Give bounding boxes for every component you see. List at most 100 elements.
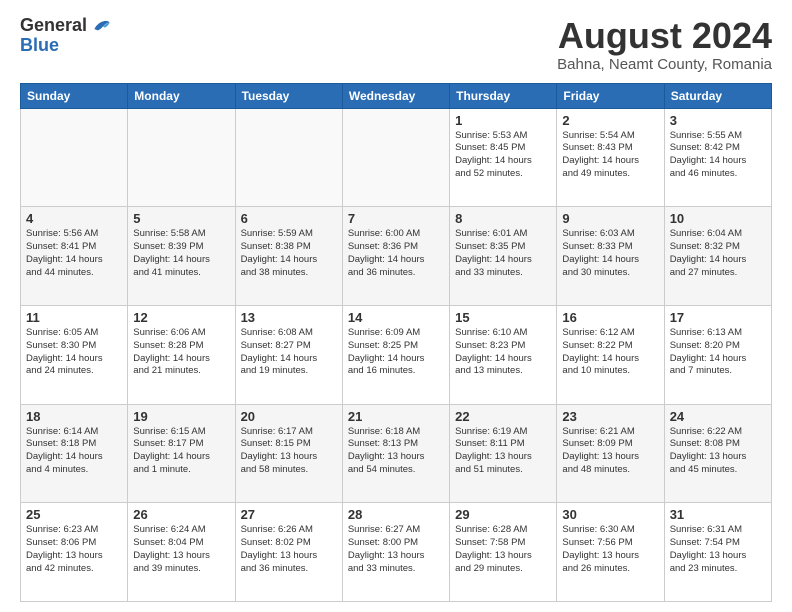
day-info: Sunrise: 6:06 AM Sunset: 8:28 PM Dayligh…	[133, 327, 229, 378]
day-cell: 13Sunrise: 6:08 AM Sunset: 8:27 PM Dayli…	[235, 305, 342, 404]
day-number: 4	[26, 211, 122, 226]
day-info: Sunrise: 6:18 AM Sunset: 8:13 PM Dayligh…	[348, 426, 444, 477]
day-info: Sunrise: 6:19 AM Sunset: 8:11 PM Dayligh…	[455, 426, 551, 477]
day-info: Sunrise: 6:05 AM Sunset: 8:30 PM Dayligh…	[26, 327, 122, 378]
day-info: Sunrise: 6:10 AM Sunset: 8:23 PM Dayligh…	[455, 327, 551, 378]
day-cell	[21, 108, 128, 207]
day-number: 27	[241, 507, 337, 522]
day-cell: 18 Sunrise: 6:14 AM Sunset: 8:18 PM Dayli…	[21, 404, 128, 503]
day-number: 26	[133, 507, 229, 522]
day-number: 16	[562, 310, 658, 325]
day-number: 18	[26, 409, 122, 424]
weekday-header-wednesday: Wednesday	[342, 83, 449, 108]
location: Bahna, Neamt County, Romania	[557, 56, 772, 73]
day-number: 23	[562, 409, 658, 424]
day-number: 21	[348, 409, 444, 424]
day-info: Sunrise: 6:31 AM Sunset: 7:54 PM Dayligh…	[670, 524, 766, 575]
day-info: Sunrise: 6:24 AM Sunset: 8:04 PM Dayligh…	[133, 524, 229, 575]
day-cell: 29 Sunrise: 6:28 AM Sunset: 7:58 PM Dayli…	[450, 503, 557, 602]
day-number: 31	[670, 507, 766, 522]
day-number: 24	[670, 409, 766, 424]
day-cell: 31 Sunrise: 6:31 AM Sunset: 7:54 PM Dayli…	[664, 503, 771, 602]
weekday-header-friday: Friday	[557, 83, 664, 108]
day-number: 9	[562, 211, 658, 226]
day-number: 5	[133, 211, 229, 226]
week-row-4: 18 Sunrise: 6:14 AM Sunset: 8:18 PM Dayli…	[21, 404, 772, 503]
day-info: Sunrise: 6:17 AM Sunset: 8:15 PM Dayligh…	[241, 426, 337, 477]
day-info: Sunrise: 6:27 AM Sunset: 8:00 PM Dayligh…	[348, 524, 444, 575]
day-info: Sunrise: 6:08 AM Sunset: 8:27 PM Dayligh…	[241, 327, 337, 378]
week-row-2: 4 Sunrise: 5:56 AM Sunset: 8:41 PM Daylig…	[21, 207, 772, 306]
page: General Blue August 2024 Bahna, Neamt Co…	[0, 0, 792, 612]
day-number: 12	[133, 310, 229, 325]
day-info: Sunrise: 5:59 AM Sunset: 8:38 PM Dayligh…	[241, 228, 337, 279]
day-number: 15	[455, 310, 551, 325]
day-cell: 17Sunrise: 6:13 AM Sunset: 8:20 PM Dayli…	[664, 305, 771, 404]
day-cell: 23 Sunrise: 6:21 AM Sunset: 8:09 PM Dayli…	[557, 404, 664, 503]
day-number: 1	[455, 113, 551, 128]
day-cell: 11Sunrise: 6:05 AM Sunset: 8:30 PM Dayli…	[21, 305, 128, 404]
day-cell: 24 Sunrise: 6:22 AM Sunset: 8:08 PM Dayli…	[664, 404, 771, 503]
weekday-header-sunday: Sunday	[21, 83, 128, 108]
day-info: Sunrise: 6:01 AM Sunset: 8:35 PM Dayligh…	[455, 228, 551, 279]
day-cell: 15 Sunrise: 6:10 AM Sunset: 8:23 PM Dayli…	[450, 305, 557, 404]
day-info: Sunrise: 6:15 AM Sunset: 8:17 PM Dayligh…	[133, 426, 229, 477]
day-cell	[128, 108, 235, 207]
day-info: Sunrise: 6:21 AM Sunset: 8:09 PM Dayligh…	[562, 426, 658, 477]
day-info: Sunrise: 5:54 AM Sunset: 8:43 PM Dayligh…	[562, 130, 658, 181]
day-number: 29	[455, 507, 551, 522]
day-cell: 19Sunrise: 6:15 AM Sunset: 8:17 PM Dayli…	[128, 404, 235, 503]
header: General Blue August 2024 Bahna, Neamt Co…	[20, 16, 772, 73]
weekday-header-tuesday: Tuesday	[235, 83, 342, 108]
week-row-5: 25Sunrise: 6:23 AM Sunset: 8:06 PM Dayli…	[21, 503, 772, 602]
day-cell: 28 Sunrise: 6:27 AM Sunset: 8:00 PM Dayli…	[342, 503, 449, 602]
day-info: Sunrise: 6:14 AM Sunset: 8:18 PM Dayligh…	[26, 426, 122, 477]
day-number: 20	[241, 409, 337, 424]
day-cell: 3 Sunrise: 5:55 AM Sunset: 8:42 PM Daylig…	[664, 108, 771, 207]
week-row-1: 1 Sunrise: 5:53 AM Sunset: 8:45 PM Daylig…	[21, 108, 772, 207]
day-cell: 22 Sunrise: 6:19 AM Sunset: 8:11 PM Dayli…	[450, 404, 557, 503]
day-cell: 2Sunrise: 5:54 AM Sunset: 8:43 PM Daylig…	[557, 108, 664, 207]
day-cell: 10Sunrise: 6:04 AM Sunset: 8:32 PM Dayli…	[664, 207, 771, 306]
day-info: Sunrise: 5:56 AM Sunset: 8:41 PM Dayligh…	[26, 228, 122, 279]
weekday-header-saturday: Saturday	[664, 83, 771, 108]
logo-bird-icon	[91, 15, 111, 35]
day-info: Sunrise: 5:58 AM Sunset: 8:39 PM Dayligh…	[133, 228, 229, 279]
day-cell: 8 Sunrise: 6:01 AM Sunset: 8:35 PM Daylig…	[450, 207, 557, 306]
week-row-3: 11Sunrise: 6:05 AM Sunset: 8:30 PM Dayli…	[21, 305, 772, 404]
day-cell: 21 Sunrise: 6:18 AM Sunset: 8:13 PM Dayli…	[342, 404, 449, 503]
day-info: Sunrise: 6:30 AM Sunset: 7:56 PM Dayligh…	[562, 524, 658, 575]
day-info: Sunrise: 6:22 AM Sunset: 8:08 PM Dayligh…	[670, 426, 766, 477]
calendar: SundayMondayTuesdayWednesdayThursdayFrid…	[20, 83, 772, 602]
day-number: 28	[348, 507, 444, 522]
day-info: Sunrise: 6:00 AM Sunset: 8:36 PM Dayligh…	[348, 228, 444, 279]
day-number: 10	[670, 211, 766, 226]
weekday-header-thursday: Thursday	[450, 83, 557, 108]
day-cell	[342, 108, 449, 207]
day-number: 6	[241, 211, 337, 226]
day-info: Sunrise: 6:28 AM Sunset: 7:58 PM Dayligh…	[455, 524, 551, 575]
day-number: 3	[670, 113, 766, 128]
day-info: Sunrise: 6:03 AM Sunset: 8:33 PM Dayligh…	[562, 228, 658, 279]
day-number: 14	[348, 310, 444, 325]
day-info: Sunrise: 6:23 AM Sunset: 8:06 PM Dayligh…	[26, 524, 122, 575]
title-block: August 2024 Bahna, Neamt County, Romania	[557, 16, 772, 73]
day-cell: 30Sunrise: 6:30 AM Sunset: 7:56 PM Dayli…	[557, 503, 664, 602]
day-info: Sunrise: 5:55 AM Sunset: 8:42 PM Dayligh…	[670, 130, 766, 181]
day-cell	[235, 108, 342, 207]
weekday-header-row: SundayMondayTuesdayWednesdayThursdayFrid…	[21, 83, 772, 108]
day-info: Sunrise: 5:53 AM Sunset: 8:45 PM Dayligh…	[455, 130, 551, 181]
day-info: Sunrise: 6:13 AM Sunset: 8:20 PM Dayligh…	[670, 327, 766, 378]
logo-blue: Blue	[20, 36, 111, 56]
day-cell: 16Sunrise: 6:12 AM Sunset: 8:22 PM Dayli…	[557, 305, 664, 404]
day-cell: 6 Sunrise: 5:59 AM Sunset: 8:38 PM Daylig…	[235, 207, 342, 306]
day-cell: 26 Sunrise: 6:24 AM Sunset: 8:04 PM Dayli…	[128, 503, 235, 602]
day-number: 22	[455, 409, 551, 424]
day-cell: 5 Sunrise: 5:58 AM Sunset: 8:39 PM Daylig…	[128, 207, 235, 306]
day-number: 7	[348, 211, 444, 226]
day-number: 8	[455, 211, 551, 226]
day-cell: 9 Sunrise: 6:03 AM Sunset: 8:33 PM Daylig…	[557, 207, 664, 306]
weekday-header-monday: Monday	[128, 83, 235, 108]
day-cell: 7 Sunrise: 6:00 AM Sunset: 8:36 PM Daylig…	[342, 207, 449, 306]
day-cell: 14Sunrise: 6:09 AM Sunset: 8:25 PM Dayli…	[342, 305, 449, 404]
